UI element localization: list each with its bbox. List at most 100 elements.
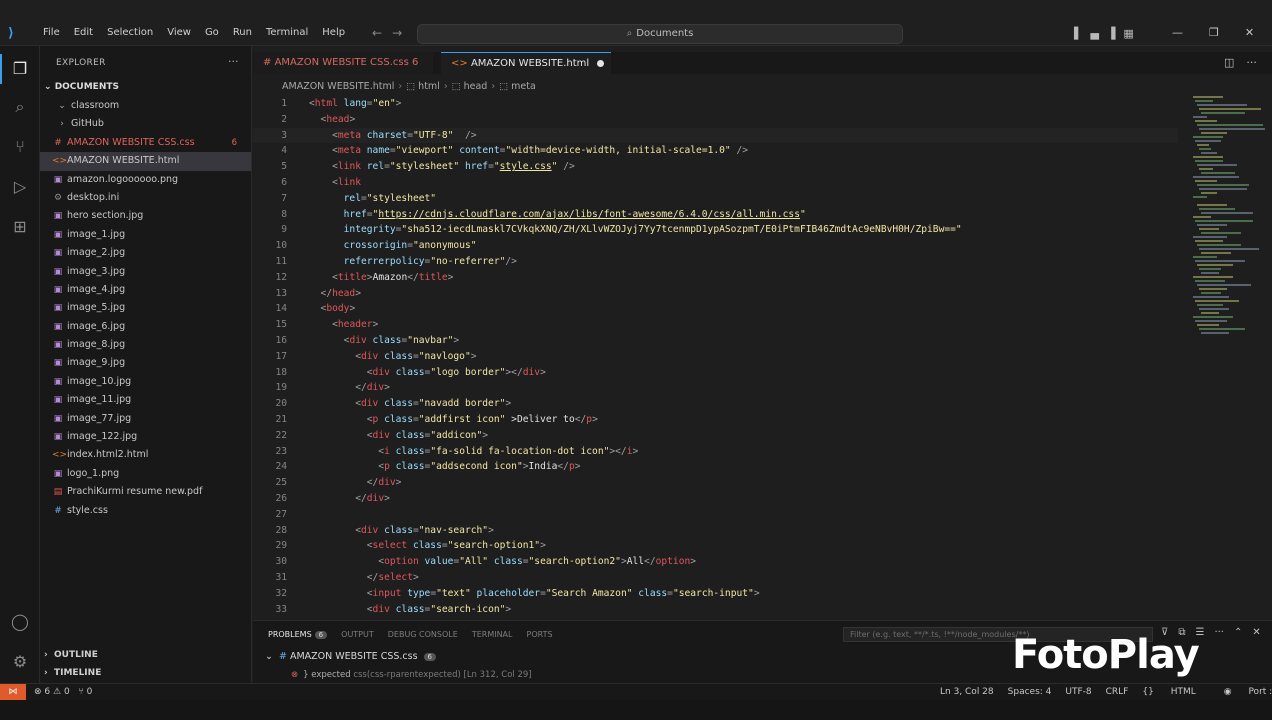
live-server-port[interactable]: ◉ Port : 5500 <box>1224 684 1272 700</box>
ports-indicator[interactable]: ⑂ 0 <box>78 687 92 697</box>
run-debug-icon[interactable]: ▷ <box>9 176 31 198</box>
end-of-line[interactable]: CRLF <box>1106 684 1129 700</box>
code-line[interactable]: 12 <title>Amazon</title> <box>253 270 1178 286</box>
minimap[interactable] <box>1187 96 1267 416</box>
file-item[interactable]: # AMAZON WEBSITE CSS.css 6 <box>40 134 251 152</box>
code-line[interactable]: 13 </head> <box>253 286 1178 302</box>
more-actions-icon[interactable]: ··· <box>228 55 239 68</box>
code-line[interactable]: 23 <i class="fa-solid fa-location-dot ic… <box>253 444 1178 460</box>
account-icon[interactable]: ◯ <box>9 611 31 633</box>
code-line[interactable]: 31 </select> <box>253 570 1178 586</box>
code-line[interactable]: 9 integrity="sha512-iecdLmaskl7CVkqkXNQ/… <box>253 222 1178 238</box>
restore-icon[interactable]: ❐ <box>1209 26 1219 39</box>
tab-problems[interactable]: PROBLEMS 6 <box>268 630 341 639</box>
tab-html-file[interactable]: <> AMAZON WEBSITE.html <box>441 52 611 74</box>
file-item[interactable]: ▣ hero section.jpg <box>40 207 251 225</box>
manage-gear-icon[interactable]: ⚙ <box>9 651 31 673</box>
tab-css-file[interactable]: # AMAZON WEBSITE CSS.css 6 <box>253 52 433 74</box>
file-item[interactable]: <>AMAZON WEBSITE.html <box>40 152 251 171</box>
breadcrumb-html[interactable]: html <box>418 81 440 92</box>
code-line[interactable]: 28 <div class="nav-search"> <box>253 523 1178 539</box>
code-line[interactable]: 15 <header> <box>253 317 1178 333</box>
code-line[interactable]: 11 referrerpolicy="no-referrer"/> <box>253 254 1178 270</box>
close-icon[interactable]: ✕ <box>1245 26 1254 39</box>
file-item[interactable]: ▣ image_77.jpg <box>40 410 251 428</box>
file-item[interactable]: ▤ PrachiKurmi resume new.pdf <box>40 483 251 501</box>
code-line[interactable]: 14 <body> <box>253 301 1178 317</box>
code-line[interactable]: 4 <meta name="viewport" content="width=d… <box>253 143 1178 159</box>
code-line[interactable]: 25 </div> <box>253 475 1178 491</box>
close-panel-icon[interactable]: ✕ <box>1252 627 1260 638</box>
code-line[interactable]: 32 <input type="text" placeholder="Searc… <box>253 586 1178 602</box>
breadcrumb-file[interactable]: AMAZON WEBSITE.html <box>282 81 394 92</box>
code-line[interactable]: 7 rel="stylesheet" <box>253 191 1178 207</box>
forward-arrow-icon[interactable]: → <box>392 26 412 40</box>
outline-section[interactable]: › OUTLINE <box>40 646 251 664</box>
toggle-secondary-sidebar-icon[interactable]: ▐ <box>1107 27 1115 40</box>
code-line[interactable]: 10 crossorigin="anonymous" <box>253 238 1178 254</box>
file-item[interactable]: ▣ amazon.logoooooo.png <box>40 171 251 189</box>
encoding[interactable]: UTF-8 <box>1065 684 1091 700</box>
code-line[interactable]: 2 <head> <box>253 112 1178 128</box>
code-editor[interactable]: 1 <html lang="en"> 2 <head> 3 <meta charset… <box>253 96 1272 616</box>
extensions-icon[interactable]: ⊞ <box>9 216 31 238</box>
more-actions-icon[interactable]: ··· <box>1214 627 1224 638</box>
maximize-panel-icon[interactable]: ⌃ <box>1234 627 1242 638</box>
code-line[interactable]: 18 <div class="logo border"></div> <box>253 365 1178 381</box>
toggle-panel-icon[interactable]: ▄ <box>1090 27 1098 40</box>
file-item[interactable]: # style.css <box>40 502 251 520</box>
file-item[interactable]: ▣ image_9.jpg <box>40 354 251 372</box>
customize-layout-icon[interactable]: ▦ <box>1123 27 1133 40</box>
code-line[interactable]: 6 <link <box>253 175 1178 191</box>
code-line[interactable]: 1 <html lang="en"> <box>253 96 1178 112</box>
tab-terminal[interactable]: TERMINAL <box>472 630 527 639</box>
code-line[interactable]: 16 <div class="navbar"> <box>253 333 1178 349</box>
file-item[interactable]: ▣ image_1.jpg <box>40 226 251 244</box>
file-item[interactable]: ▣ logo_1.png <box>40 465 251 483</box>
breadcrumb-meta[interactable]: meta <box>511 81 536 92</box>
code-line[interactable]: 8 href="https://cdnjs.cloudflare.com/aja… <box>253 207 1178 223</box>
file-item[interactable]: <>index.html2.html <box>40 446 251 464</box>
code-line[interactable]: 29 <select class="search-option1"> <box>253 538 1178 554</box>
explorer-icon[interactable]: ❐ <box>0 54 31 84</box>
file-item[interactable]: ▣ image_4.jpg <box>40 281 251 299</box>
menu-run[interactable]: Run <box>226 27 259 38</box>
menu-help[interactable]: Help <box>315 27 352 38</box>
tab-output[interactable]: OUTPUT <box>341 630 388 639</box>
unsaved-dot-icon[interactable] <box>597 59 605 67</box>
code-line[interactable]: 20 <div class="navadd border"> <box>253 396 1178 412</box>
folder-item[interactable]: › GitHub <box>40 115 251 133</box>
toggle-sidebar-icon[interactable]: ▌ <box>1074 27 1082 40</box>
code-line[interactable]: 24 <p class="addsecond icon">India</p> <box>253 459 1178 475</box>
menu-go[interactable]: Go <box>198 27 226 38</box>
file-item[interactable]: ▣ image_8.jpg <box>40 336 251 354</box>
problem-file-row[interactable]: ⌄ # AMAZON WEBSITE CSS.css 6 <box>265 651 436 662</box>
code-line[interactable]: 33 <div class="search-icon"> <box>253 602 1178 616</box>
command-center-search[interactable]: ⌕ Documents <box>417 24 903 44</box>
menu-selection[interactable]: Selection <box>100 27 160 38</box>
menu-file[interactable]: File <box>36 27 67 38</box>
more-actions-icon[interactable]: ··· <box>1246 56 1257 69</box>
code-line[interactable]: 27 <box>253 507 1178 523</box>
menu-view[interactable]: View <box>160 27 198 38</box>
tab-debug-console[interactable]: DEBUG CONSOLE <box>388 630 472 639</box>
problem-row[interactable]: ⊗} expected css(css-rparentexpected) [Ln… <box>291 670 532 680</box>
file-item[interactable]: ▣ image_11.jpg <box>40 391 251 409</box>
file-item[interactable]: ▣ image_122.jpg <box>40 428 251 446</box>
language-mode[interactable]: {} HTML <box>1142 684 1209 700</box>
file-item[interactable]: ▣ image_5.jpg <box>40 299 251 317</box>
menu-edit[interactable]: Edit <box>67 27 100 38</box>
code-line[interactable]: 26 </div> <box>253 491 1178 507</box>
code-line[interactable]: 22 <div class="addicon"> <box>253 428 1178 444</box>
code-line[interactable]: 19 </div> <box>253 380 1178 396</box>
code-line[interactable]: 21 <p class="addfirst icon" >Deliver to<… <box>253 412 1178 428</box>
folder-item[interactable]: ⌄ classroom <box>40 97 251 115</box>
back-arrow-icon[interactable]: ← <box>372 26 392 40</box>
file-item[interactable]: ▣ image_10.jpg <box>40 373 251 391</box>
file-item[interactable]: ▣ image_2.jpg <box>40 244 251 262</box>
code-line[interactable]: 3 <meta charset="UTF-8" /> <box>253 127 1178 144</box>
tab-ports[interactable]: PORTS <box>527 630 567 639</box>
menu-terminal[interactable]: Terminal <box>259 27 315 38</box>
timeline-section[interactable]: › TIMELINE <box>40 664 251 682</box>
source-control-icon[interactable]: ⑂ <box>9 136 31 158</box>
